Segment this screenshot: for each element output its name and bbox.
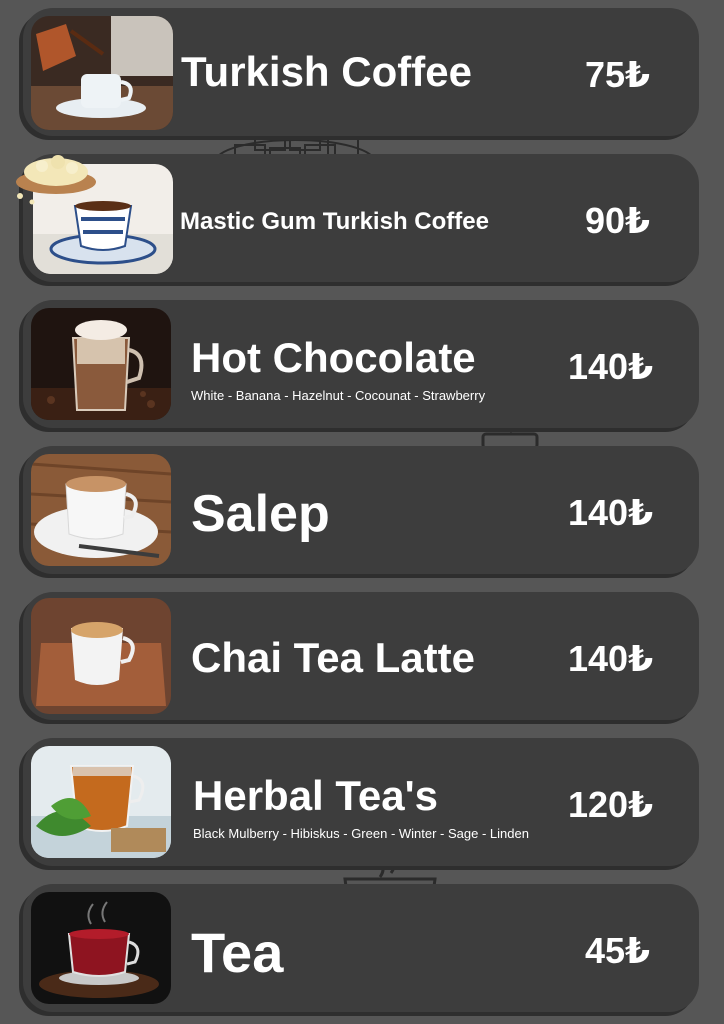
menu-item-hot-chocolate: Hot Chocolate White - Banana - Hazelnut … <box>23 300 699 428</box>
menu-item-herbal-teas: Herbal Tea's Black Mulberry - Hibiskus -… <box>23 738 699 866</box>
item-variants: White - Banana - Hazelnut - Cocounat - S… <box>191 388 486 403</box>
item-price: 120₺ <box>568 784 654 825</box>
item-price: 140₺ <box>568 492 654 533</box>
item-name: Turkish Coffee <box>181 48 472 95</box>
salep-photo <box>31 454 171 566</box>
menu-item-salep: Salep 140₺ <box>23 446 699 574</box>
hot-chocolate-photo <box>31 308 171 420</box>
item-price: 140₺ <box>568 346 654 387</box>
turkish-coffee-photo <box>31 16 173 130</box>
item-price: 75₺ <box>585 54 651 95</box>
item-price: 45₺ <box>585 930 651 971</box>
item-name: Hot Chocolate <box>191 334 476 381</box>
menu-item-tea: Tea 45₺ <box>23 884 699 1012</box>
item-price: 140₺ <box>568 638 654 679</box>
item-name: Tea <box>191 921 284 984</box>
tea-photo <box>31 892 171 1004</box>
item-name: Chai Tea Latte <box>191 634 475 681</box>
menu-item-mastic-gum-turkish-coffee: Mastic Gum Turkish Coffee 90₺ <box>23 154 699 282</box>
item-price: 90₺ <box>585 200 651 241</box>
mastic-bowl-photo <box>16 155 96 205</box>
item-name: Salep <box>191 485 330 543</box>
item-name: Mastic Gum Turkish Coffee <box>180 208 489 235</box>
menu-item-chai-tea-latte: Chai Tea Latte 140₺ <box>23 592 699 720</box>
item-variants: Black Mulberry - Hibiskus - Green - Wint… <box>193 826 529 841</box>
herbal-tea-photo <box>31 746 171 858</box>
menu-item-turkish-coffee: Turkish Coffee 75₺ <box>23 8 699 136</box>
chai-latte-photo <box>31 598 171 714</box>
item-name: Herbal Tea's <box>193 772 438 819</box>
